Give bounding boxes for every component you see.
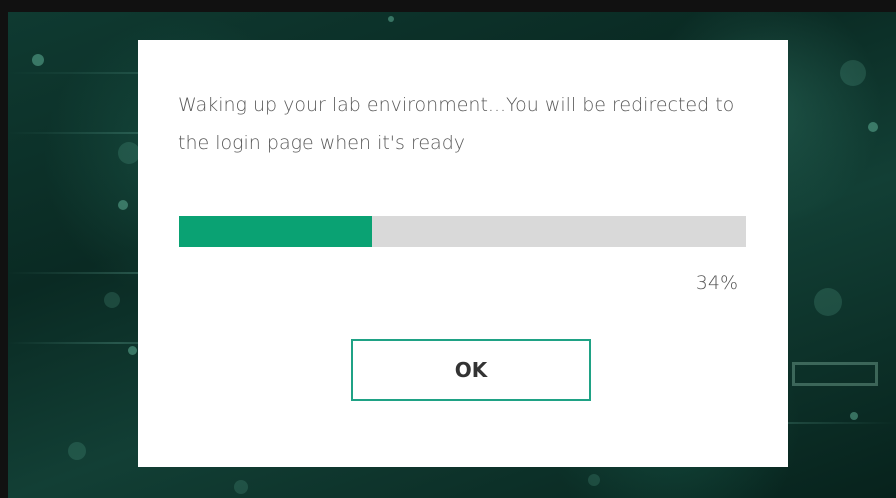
background-bokeh (118, 142, 140, 164)
progress-percent: 34% (695, 272, 738, 294)
ok-button[interactable]: OK (351, 339, 591, 401)
background-bokeh (234, 480, 248, 494)
background-bokeh (850, 412, 858, 420)
background-bokeh (104, 292, 120, 308)
progress-bar-fill (179, 216, 372, 247)
background-bokeh (840, 60, 866, 86)
loading-message: Waking up your lab environment...You wil… (178, 94, 735, 154)
progress-bar (179, 216, 746, 247)
background-bokeh (388, 16, 394, 22)
background-bokeh (814, 288, 842, 316)
loading-dialog: Waking up your lab environment...You wil… (138, 40, 788, 467)
background-bokeh (128, 346, 137, 355)
background-bokeh (868, 122, 878, 132)
screen-frame: Waking up your lab environment...You wil… (0, 0, 896, 498)
background-bokeh (118, 200, 128, 210)
background-outline-shape (792, 362, 878, 386)
background-bokeh (68, 442, 86, 460)
background-bokeh (588, 474, 600, 486)
background-bokeh (32, 54, 44, 66)
